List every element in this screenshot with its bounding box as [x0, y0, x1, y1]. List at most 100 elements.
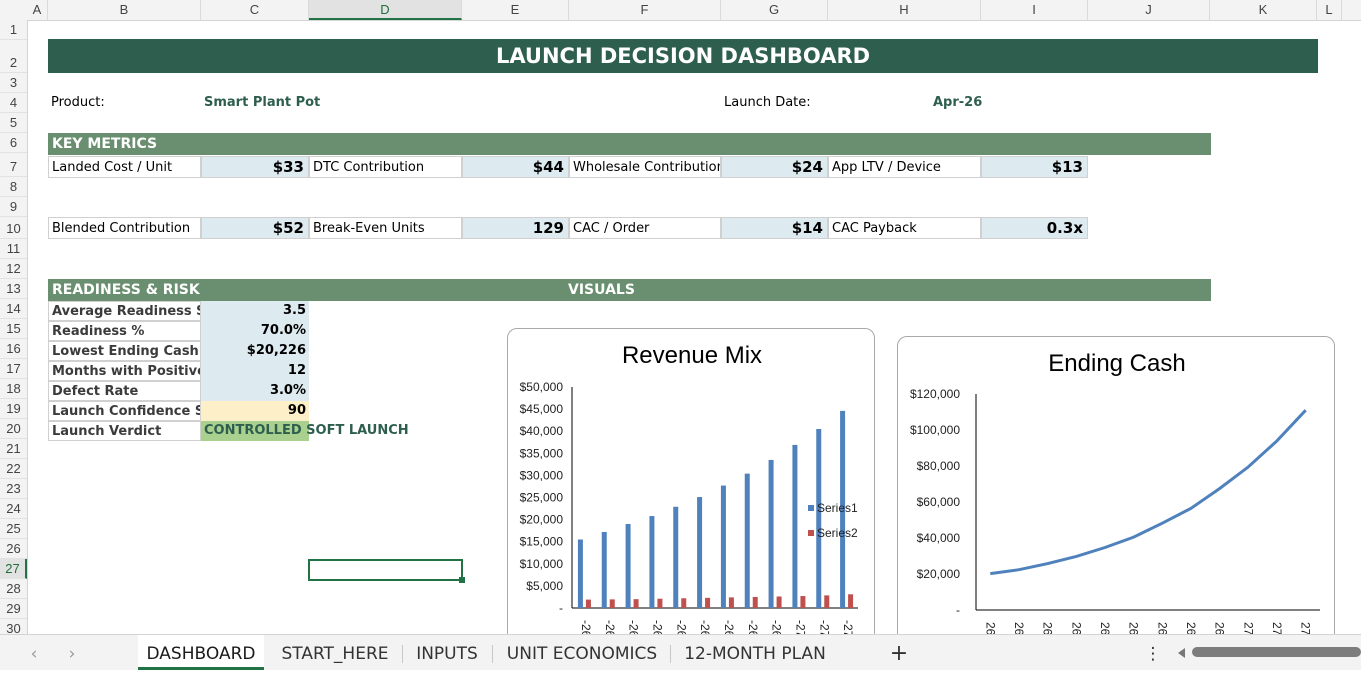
revenue-mix-svg: Revenue Mix $50,000 $45,000 $40,000 $35,000 $… [520, 342, 858, 638]
y-tick-label: - [559, 601, 563, 615]
row-header[interactable]: 2 [0, 40, 27, 73]
column-header-b[interactable]: B [48, 0, 201, 20]
row-header[interactable]: 9 [0, 197, 27, 217]
readiness-value[interactable]: 70.0% [201, 321, 309, 341]
tab-start-here[interactable]: START_HERE [274, 635, 396, 670]
row-header[interactable]: 19 [0, 399, 27, 419]
selected-cell[interactable] [308, 559, 463, 581]
sheet-tab-bar: ‹ › DASHBOARD START_HERE INPUTS UNIT ECO… [0, 634, 1361, 670]
metric-value[interactable]: 0.3x [981, 217, 1088, 239]
row-header[interactable]: 14 [0, 299, 27, 319]
metric-value[interactable]: $33 [201, 156, 309, 178]
tab-12-month-plan[interactable]: 12-MONTH PLAN [676, 635, 834, 670]
row-header[interactable]: 10 [0, 217, 27, 239]
product-value[interactable]: Smart Plant Pot [201, 92, 401, 113]
bar-series2 [609, 599, 615, 608]
column-header-f[interactable]: F [569, 0, 721, 20]
column-header-e[interactable]: E [462, 0, 569, 20]
row-header[interactable]: 6 [0, 133, 27, 153]
readiness-value[interactable]: $20,226 [201, 341, 309, 361]
row-header[interactable]: 25 [0, 519, 27, 539]
revenue-mix-chart[interactable]: Revenue Mix $50,000 $45,000 $40,000 $35,000 $… [507, 328, 875, 648]
readiness-label: Lowest Ending Cash [48, 341, 201, 361]
metric-label: DTC Contribution [309, 156, 462, 178]
row-header[interactable]: 16 [0, 339, 27, 359]
row-header[interactable]: 22 [0, 459, 27, 479]
column-header-l[interactable]: L [1317, 0, 1342, 20]
row-header[interactable]: 18 [0, 379, 27, 399]
row-header[interactable]: 8 [0, 177, 27, 197]
row-header[interactable]: 26 [0, 539, 27, 559]
tab-scroll-right-icon[interactable]: › [60, 635, 84, 670]
row-header[interactable]: 3 [0, 73, 27, 93]
bar-series1 [816, 428, 822, 608]
column-header-j[interactable]: J [1088, 0, 1210, 20]
scroll-left-arrow-icon[interactable] [1178, 648, 1185, 658]
row-header[interactable]: 21 [0, 439, 27, 459]
metric-value[interactable]: $13 [981, 156, 1088, 178]
add-sheet-icon[interactable]: + [884, 635, 914, 670]
tab-inputs[interactable]: INPUTS [408, 635, 486, 670]
bar-series1 [673, 506, 679, 608]
row-header[interactable]: 4 [0, 93, 27, 113]
y-tick-label: $45,000 [520, 402, 564, 416]
y-tick-label: $35,000 [520, 446, 564, 460]
column-header-d[interactable]: D [309, 0, 462, 20]
metric-label: CAC / Order [569, 217, 721, 239]
column-header-i[interactable]: I [981, 0, 1088, 20]
row-header-selected[interactable]: 27 [0, 559, 27, 579]
readiness-label: Readiness % [48, 321, 201, 341]
metric-value[interactable]: $52 [201, 217, 309, 239]
bar-series2 [705, 597, 711, 608]
column-header-h[interactable]: H [828, 0, 981, 20]
ending-cash-line [990, 409, 1307, 576]
tab-scroll-left-icon[interactable]: ‹ [22, 635, 46, 670]
column-header-k[interactable]: K [1210, 0, 1317, 20]
row-header[interactable]: 23 [0, 479, 27, 499]
bar-series2 [800, 596, 806, 608]
y-tick-label: $120,000 [910, 387, 960, 401]
tab-dashboard[interactable]: DASHBOARD [138, 635, 264, 670]
y-tick-label: $20,000 [520, 513, 564, 527]
row-header[interactable]: 1 [0, 20, 27, 40]
metric-value[interactable]: $14 [721, 217, 828, 239]
row-header[interactable]: 20 [0, 419, 27, 439]
readiness-value[interactable]: 3.5 [201, 301, 309, 321]
launch-date-label: Launch Date: [724, 95, 811, 110]
more-options-icon[interactable]: ⋮ [1142, 635, 1164, 670]
column-header-a[interactable]: A [27, 0, 48, 20]
launch-confidence-value[interactable]: 90 [201, 401, 309, 421]
row-header[interactable]: 15 [0, 319, 27, 339]
row-header[interactable]: 7 [0, 153, 27, 177]
readiness-value[interactable]: 3.0% [201, 381, 309, 401]
y-tick-label: $5,000 [526, 579, 563, 593]
column-header-g[interactable]: G [721, 0, 828, 20]
y-tick-label: $10,000 [520, 557, 564, 571]
chart-title: Ending Cash [1048, 350, 1185, 377]
row-header[interactable]: 24 [0, 499, 27, 519]
launch-date-value[interactable]: Apr-26 [930, 92, 1030, 113]
metric-value[interactable]: 129 [462, 217, 569, 239]
launch-verdict-value[interactable]: CONTROLLED SOFT LAUNCH [201, 421, 461, 441]
bar-series2 [728, 597, 734, 608]
row-header[interactable]: 5 [0, 113, 27, 133]
row-header-bar: 1 2 3 4 5 6 7 8 9 10 11 12 13 14 15 16 1… [0, 20, 28, 639]
row-header[interactable]: 11 [0, 239, 27, 259]
row-header[interactable]: 29 [0, 599, 27, 619]
row-header[interactable]: 12 [0, 259, 27, 279]
ending-cash-chart[interactable]: Ending Cash $120,000 $100,000 $80,000 $60,00… [897, 336, 1335, 656]
column-header-c[interactable]: C [201, 0, 309, 20]
key-metrics-header: KEY METRICS [48, 133, 1211, 155]
readiness-section-bar: READINESS & RISK VISUALS [48, 279, 1211, 301]
readiness-value[interactable]: 12 [201, 361, 309, 381]
row-header[interactable]: 13 [0, 279, 27, 299]
dashboard-title: LAUNCH DECISION DASHBOARD [48, 39, 1318, 73]
row-header[interactable]: 17 [0, 359, 27, 379]
metric-value[interactable]: $24 [721, 156, 828, 178]
horizontal-scrollbar[interactable] [1192, 647, 1361, 657]
metric-value[interactable]: $44 [462, 156, 569, 178]
column-header-bar: A B C D E F G H I J K L [0, 0, 1361, 21]
row-header[interactable]: 28 [0, 579, 27, 599]
fill-handle[interactable] [459, 577, 465, 583]
tab-unit-economics[interactable]: UNIT ECONOMICS [498, 635, 666, 670]
